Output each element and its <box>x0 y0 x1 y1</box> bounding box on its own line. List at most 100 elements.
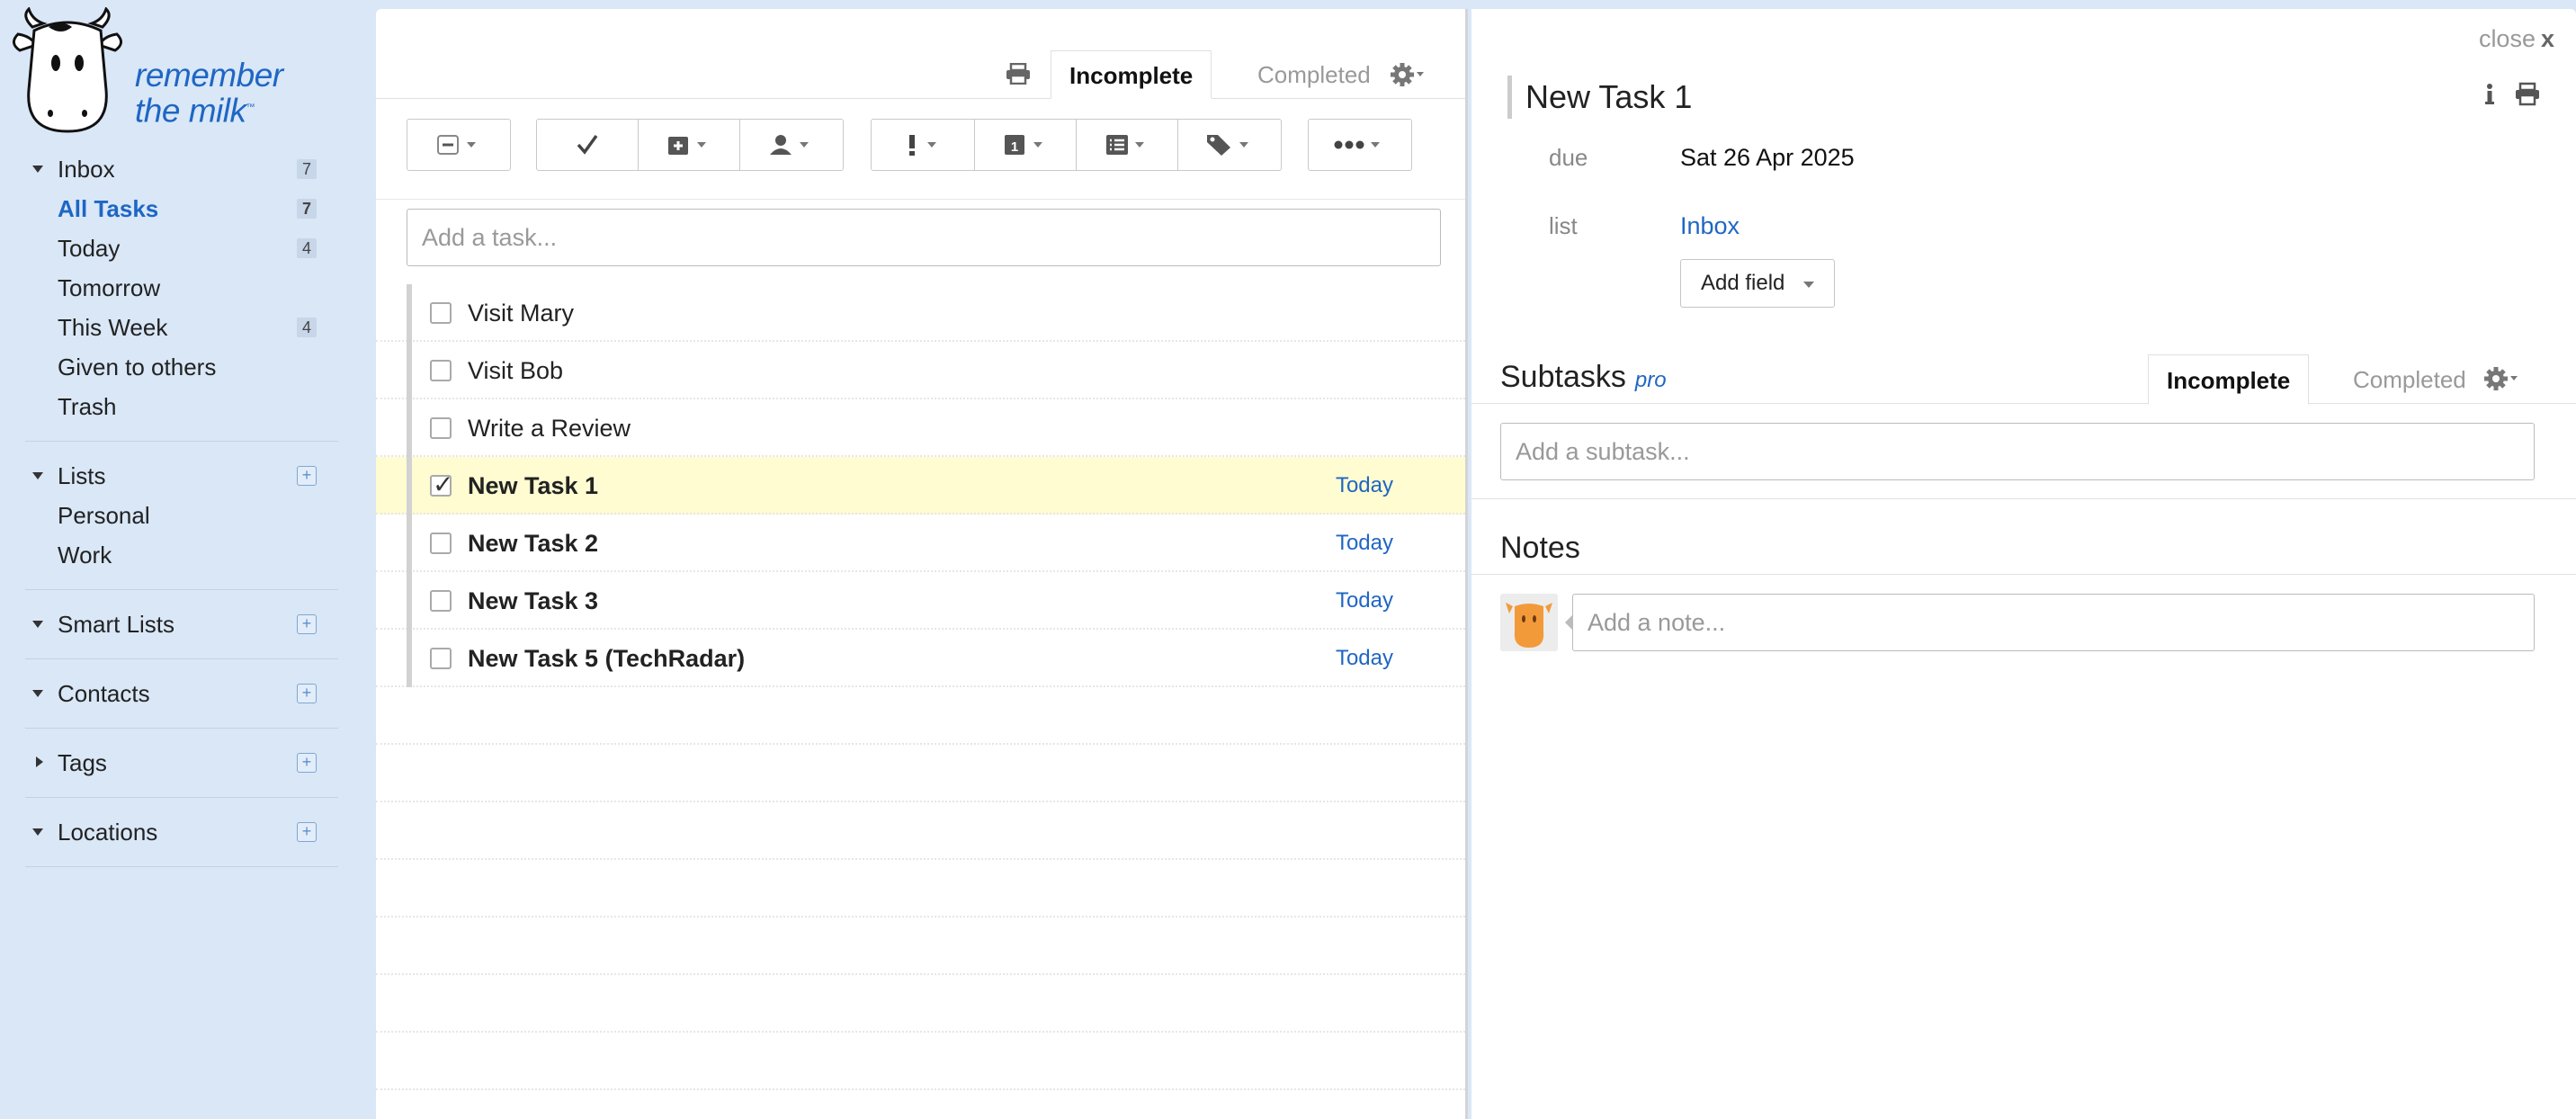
add-tag-button[interactable]: + <box>297 753 317 773</box>
sidebar-item-given-to-others[interactable]: Given to others <box>0 347 353 387</box>
sidebar-item-personal[interactable]: Personal <box>0 496 353 535</box>
tab-incomplete[interactable]: Incomplete <box>1051 50 1212 99</box>
add-list-button[interactable]: + <box>297 466 317 486</box>
sidebar-item-today[interactable]: Today 4 <box>0 228 353 268</box>
task-row[interactable]: Visit Mary <box>376 284 1465 342</box>
due-date-button[interactable]: 1 <box>974 119 1077 171</box>
task-checkbox-checked[interactable] <box>430 470 453 499</box>
caret-down-icon[interactable] <box>32 472 43 479</box>
task-title[interactable]: Visit Mary <box>468 284 574 342</box>
add-smart-list-button[interactable]: + <box>297 614 317 634</box>
add-field-label: Add field <box>1701 271 1785 295</box>
task-row[interactable]: New Task 5 (TechRadar) Today <box>376 630 1465 687</box>
gear-icon[interactable] <box>1389 61 1425 88</box>
add-contact-button[interactable]: + <box>297 684 317 703</box>
task-title[interactable]: Write a Review <box>468 399 631 457</box>
task-checkbox[interactable] <box>430 302 452 324</box>
task-row[interactable]: Visit Bob <box>376 342 1465 399</box>
add-subtask-input[interactable] <box>1500 423 2535 480</box>
sidebar-item-tomorrow[interactable]: Tomorrow <box>0 268 353 308</box>
priority-button[interactable] <box>871 119 975 171</box>
task-title[interactable]: New Task 2 <box>468 515 598 572</box>
task-checkbox[interactable] <box>430 533 452 554</box>
gear-icon[interactable] <box>2482 365 2518 392</box>
task-detail-panel: close x New Task 1 due Sat 26 Apr 2025 li… <box>1471 9 2576 1119</box>
pro-badge[interactable]: pro <box>1635 368 1667 392</box>
list-label: list <box>1549 212 1578 239</box>
checkmark-icon <box>577 134 598 155</box>
subtasks-title: Subtasks <box>1500 360 1626 394</box>
cow-logo-icon <box>13 6 122 133</box>
task-row[interactable]: New Task 2 Today <box>376 515 1465 572</box>
task-title[interactable]: Visit Bob <box>468 342 563 399</box>
task-due: Today <box>1335 531 1393 555</box>
task-detail-title[interactable]: New Task 1 <box>1525 76 1692 119</box>
print-icon[interactable] <box>2516 82 2539 106</box>
caret-down-icon[interactable] <box>32 166 43 173</box>
add-task-input[interactable] <box>407 209 1441 266</box>
task-checkbox[interactable] <box>430 648 452 669</box>
move-to-list-button[interactable] <box>1076 119 1178 171</box>
sidebar-item-trash[interactable]: Trash <box>0 387 353 426</box>
count-badge: 7 <box>297 159 317 179</box>
subtask-tab-completed[interactable]: Completed <box>2335 354 2484 405</box>
sidebar-item-this-week[interactable]: This Week 4 <box>0 308 353 347</box>
sidebar-section-label: Tags <box>58 749 107 776</box>
sidebar-section-contacts[interactable]: Contacts + <box>0 674 353 713</box>
task-checkbox[interactable] <box>430 590 452 612</box>
sidebar-section-locations[interactable]: Locations + <box>0 812 353 852</box>
sidebar-item-all-tasks[interactable]: All Tasks 7 <box>0 189 353 228</box>
close-button[interactable]: close x <box>2479 25 2554 53</box>
task-title[interactable]: New Task 5 (TechRadar) <box>468 630 745 687</box>
caret-down-icon[interactable] <box>32 621 43 628</box>
sidebar-section-label: Contacts <box>58 680 150 707</box>
divider <box>1471 498 2576 499</box>
sidebar-section-label: Lists <box>58 462 106 489</box>
task-row[interactable]: New Task 3 Today <box>376 572 1465 630</box>
more-actions-button[interactable] <box>1308 119 1412 171</box>
logo-line-2: the milk <box>135 92 246 130</box>
count-badge: 4 <box>297 318 317 337</box>
info-icon[interactable] <box>2485 84 2494 104</box>
divider <box>1471 574 2576 575</box>
count-badge: 4 <box>297 238 317 258</box>
sidebar-item-label: Tomorrow <box>58 274 161 301</box>
trademark: ™ <box>246 103 255 112</box>
tab-completed[interactable]: Completed <box>1239 50 1389 99</box>
divider <box>25 866 338 867</box>
task-due: Today <box>1335 646 1393 670</box>
divider <box>25 728 338 729</box>
task-row[interactable]: Write a Review <box>376 399 1465 457</box>
sidebar-section-smart-lists[interactable]: Smart Lists + <box>0 604 353 644</box>
sidebar-section-inbox[interactable]: Inbox 7 <box>0 149 353 189</box>
sidebar-section-label: Locations <box>58 819 158 846</box>
complete-button[interactable] <box>536 119 639 171</box>
add-note-input[interactable] <box>1572 594 2535 651</box>
task-checkbox[interactable] <box>430 417 452 439</box>
divider <box>25 589 338 590</box>
sidebar-section-lists[interactable]: Lists + <box>0 456 353 496</box>
print-icon[interactable] <box>1006 63 1031 85</box>
subtask-tab-incomplete[interactable]: Incomplete <box>2148 354 2310 405</box>
assign-button[interactable] <box>739 119 844 171</box>
add-field-button[interactable]: Add field <box>1680 259 1835 308</box>
tag-button[interactable] <box>1177 119 1282 171</box>
add-location-button[interactable]: + <box>297 822 317 842</box>
app-logo[interactable]: remember the milk™ <box>13 6 300 137</box>
postpone-button[interactable] <box>638 119 740 171</box>
calendar-plus-icon <box>668 137 706 155</box>
sidebar-item-work[interactable]: Work <box>0 535 353 575</box>
task-title[interactable]: New Task 1 <box>468 457 598 515</box>
caret-down-icon[interactable] <box>32 828 43 836</box>
caret-down-icon[interactable] <box>32 690 43 697</box>
list-link[interactable]: Inbox <box>1680 212 1740 240</box>
select-button[interactable] <box>407 119 511 171</box>
task-row-selected[interactable]: New Task 1 Today <box>376 457 1465 515</box>
caret-right-icon[interactable] <box>36 756 43 767</box>
task-title[interactable]: New Task 3 <box>468 572 598 630</box>
exclamation-icon <box>909 135 936 156</box>
sidebar-section-tags[interactable]: Tags + <box>0 743 353 783</box>
due-value[interactable]: Sat 26 Apr 2025 <box>1680 144 1855 172</box>
sidebar-item-label: Given to others <box>58 354 217 380</box>
task-checkbox[interactable] <box>430 360 452 381</box>
